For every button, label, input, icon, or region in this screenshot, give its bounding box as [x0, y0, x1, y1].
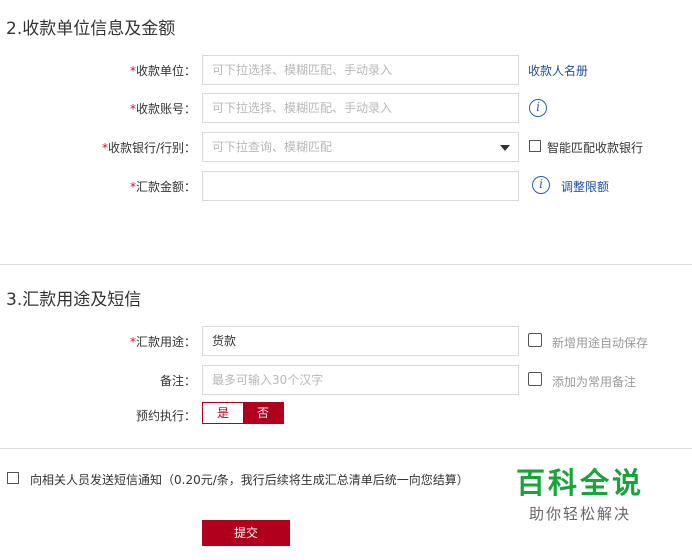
remark-input[interactable]: 最多可输入30个汉字	[202, 365, 519, 395]
schedule-no-option[interactable]: 否	[243, 403, 283, 423]
payee-bank-select[interactable]: 可下拉查询、模糊匹配	[202, 132, 519, 162]
common-remark-checkbox[interactable]	[528, 372, 542, 386]
auto-save-purpose-checkbox[interactable]	[528, 333, 542, 347]
watermark-logo: 百科全说 助你轻松解决	[494, 452, 666, 536]
sms-notify-label: 向相关人员发送短信通知（0.20元/条，我行后续将生成汇总清单后统一向您结算）	[30, 473, 469, 487]
amount-label: *汇款金额：	[0, 178, 196, 195]
payee-account-label: *收款账号：	[0, 100, 196, 117]
schedule-label: 预约执行：	[135, 409, 196, 423]
payee-account-input[interactable]: 可下拉选择、模糊匹配、手动录入	[202, 93, 519, 123]
common-remark-label: 添加为常用备注	[552, 375, 637, 389]
info-icon[interactable]: i	[529, 99, 547, 117]
payee-unit-input[interactable]: 可下拉选择、模糊匹配、手动录入	[202, 55, 519, 85]
payee-unit-label-text: 收款单位：	[135, 64, 196, 78]
purpose-input[interactable]: 货款	[202, 326, 519, 356]
section-divider	[0, 448, 692, 449]
section-divider	[0, 264, 692, 265]
schedule-yes-option[interactable]: 是	[203, 403, 243, 423]
payee-bank-placeholder: 可下拉查询、模糊匹配	[212, 140, 333, 154]
remark-label: 备注：	[159, 374, 196, 388]
smart-match-bank-checkbox[interactable]	[529, 140, 541, 152]
payee-account-label-text: 收款账号：	[135, 102, 196, 116]
auto-save-purpose-label: 新增用途自动保存	[552, 336, 649, 350]
watermark-title: 百科全说	[515, 466, 644, 500]
info-icon[interactable]: i	[532, 176, 550, 194]
payee-bank-label-text: 收款银行/行别：	[107, 141, 196, 155]
smart-match-bank-label: 智能匹配收款银行	[547, 141, 644, 155]
submit-button[interactable]: 提交	[202, 520, 290, 546]
sms-notify-checkbox[interactable]	[7, 472, 19, 484]
section-title-payee-info: 2.收款单位信息及金额	[6, 19, 176, 39]
schedule-toggle[interactable]: 是 否	[202, 402, 284, 424]
section-title-purpose-sms: 3.汇款用途及短信	[6, 290, 142, 310]
payee-bank-label: *收款银行/行别：	[0, 139, 196, 156]
chevron-down-icon[interactable]	[500, 145, 510, 151]
watermark-subtitle: 助你轻松解决	[528, 505, 631, 523]
adjust-limit-link[interactable]: 调整限额	[561, 178, 609, 195]
purpose-label: *汇款用途：	[0, 333, 196, 350]
payee-directory-link[interactable]: 收款人名册	[528, 62, 588, 79]
purpose-label-text: 汇款用途：	[135, 335, 196, 349]
amount-input[interactable]	[202, 171, 519, 201]
amount-label-text: 汇款金额：	[135, 180, 196, 194]
payee-unit-label: *收款单位：	[0, 62, 196, 79]
